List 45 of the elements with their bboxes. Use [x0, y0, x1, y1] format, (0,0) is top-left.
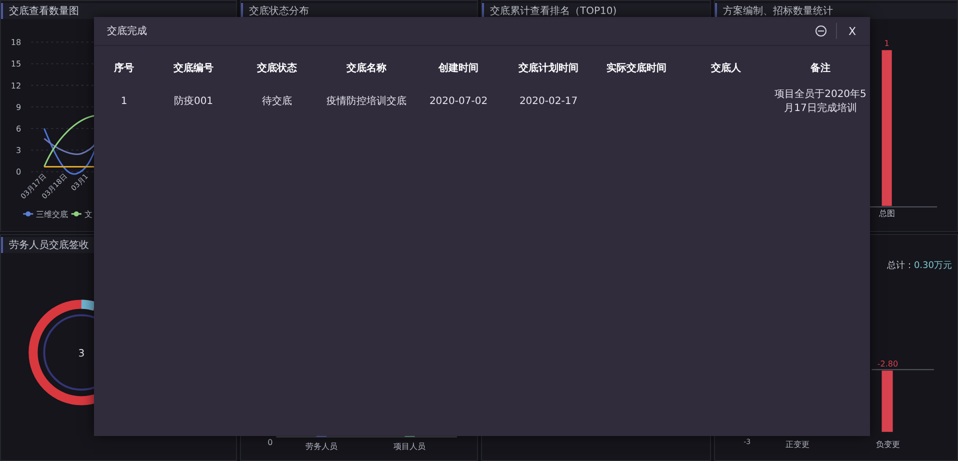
table-cell-text: 项目全员于2020年5月17日完成培训: [774, 88, 868, 116]
axis-category-label: 负变更: [876, 440, 900, 449]
column-header: 交底人: [710, 61, 742, 76]
panel-title: 交底状态分布: [249, 4, 309, 18]
axis-tick-label: 3: [16, 146, 22, 156]
panel-title: 方案编制、招标数量统计: [723, 4, 833, 18]
axis-category-label: 项目人员: [394, 442, 426, 451]
minimize-icon[interactable]: [815, 25, 828, 37]
donut-center-value: 3: [78, 348, 85, 360]
table-cell-text: 2020-02-17: [518, 95, 579, 109]
column-header: 实际交底时间: [606, 61, 668, 76]
table-cell-text: 1: [120, 95, 128, 109]
column-header: 交底计划时间: [518, 61, 580, 76]
dialog-title: 交底完成: [107, 24, 148, 38]
column-header: 创建时间: [437, 62, 480, 76]
table-cell-text: 防疫001: [172, 94, 214, 109]
axis-tick-label: 0: [268, 438, 273, 447]
legend-label: 三维交底: [36, 210, 68, 219]
axis-category-label: 劳务人员: [305, 442, 338, 451]
chart-bar: [882, 370, 893, 432]
axis-tick-label: 12: [10, 81, 22, 90]
column-header: 序号: [113, 61, 135, 76]
axis-tick-label: 6: [16, 124, 22, 134]
close-button[interactable]: X: [846, 24, 858, 38]
panel-title: 劳务人员交底签收: [9, 238, 89, 252]
donut-segment: [81, 300, 96, 311]
bar-value-label: 1: [884, 39, 890, 48]
axis-tick-label: 15: [10, 60, 22, 69]
axis-tick-label: 18: [10, 38, 22, 48]
panel-title: 交底查看数量图: [9, 4, 79, 18]
bar-value-label: -2.80: [877, 360, 898, 369]
axis-tick-label: 9: [16, 102, 22, 112]
axis-tick-label: 0: [16, 168, 22, 177]
axis-category-label: 总图: [878, 208, 895, 218]
column-header: 备注: [810, 61, 832, 76]
table-cell-text: 2020-07-02: [428, 95, 489, 109]
legend-label: 文: [84, 210, 92, 219]
total-summary: 总计：0.30万元: [886, 261, 952, 272]
column-header: 交底编号: [172, 61, 214, 76]
table-cell-text: 待交底: [261, 94, 293, 109]
axis-category-label: 正变更: [785, 440, 810, 449]
column-header: 交底状态: [256, 61, 298, 76]
column-header: 交底名称: [346, 61, 388, 76]
table-cell-text: 疫情防控培训交底: [326, 94, 408, 109]
panel-title: 交底累计查看排名（TOP10): [490, 4, 617, 18]
